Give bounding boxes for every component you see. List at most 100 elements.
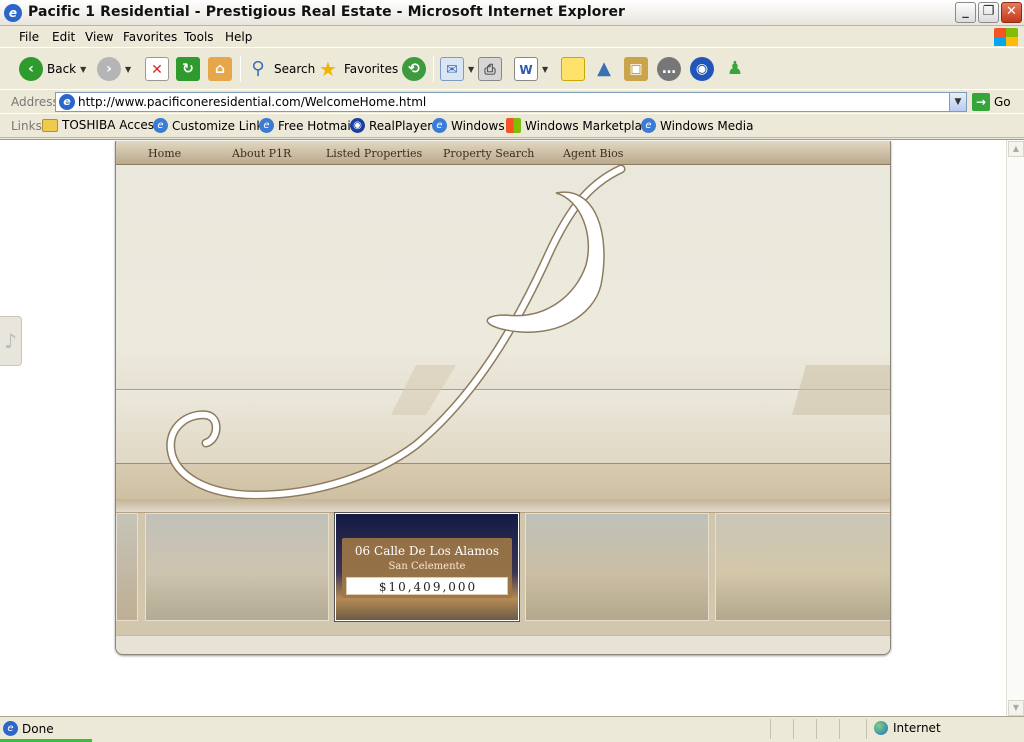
- property-thumbnail[interactable]: [715, 513, 890, 621]
- property-thumbnail[interactable]: [145, 513, 329, 621]
- browser-window: e Pacific 1 Residential - Prestigious Re…: [0, 0, 1024, 742]
- forward-button[interactable]: › ▼: [97, 55, 131, 83]
- link-toshiba-access[interactable]: TOSHIBA Access: [42, 118, 160, 132]
- address-url[interactable]: http://www.pacificoneresidential.com/Wel…: [78, 95, 426, 109]
- nav-listed-properties[interactable]: Listed Properties: [326, 147, 422, 160]
- word-icon: W: [514, 57, 538, 81]
- address-input[interactable]: e http://www.pacificoneresidential.com/W…: [55, 92, 967, 112]
- search-button[interactable]: ⚲ Search: [246, 55, 315, 83]
- address-bar: Address e http://www.pacificoneresidenti…: [0, 90, 1024, 114]
- ie-page-icon: e: [641, 118, 656, 133]
- media-button[interactable]: ▣: [624, 55, 648, 83]
- link-customize-links[interactable]: e Customize Links: [153, 118, 270, 133]
- menu-bar: File Edit View Favorites Tools Help: [0, 26, 1024, 48]
- stop-button[interactable]: ✕: [145, 55, 169, 83]
- realplayer-icon: ◉: [350, 118, 365, 133]
- go-arrow-icon: →: [972, 93, 990, 111]
- featured-city: San Celemente: [388, 561, 466, 572]
- status-text: Done: [22, 722, 54, 736]
- ie-page-icon: e: [259, 118, 274, 133]
- star-icon: ★: [319, 57, 337, 81]
- nav-property-search[interactable]: Property Search: [443, 147, 534, 160]
- history-button[interactable]: ⟲: [402, 55, 426, 83]
- back-dropdown-icon[interactable]: ▼: [80, 65, 86, 74]
- links-label: Links: [11, 119, 42, 133]
- menu-favorites[interactable]: Favorites: [123, 30, 177, 44]
- edit-dropdown-icon[interactable]: ▼: [542, 65, 548, 74]
- ie-page-icon: e: [432, 118, 447, 133]
- print-button[interactable]: ⎙: [478, 55, 502, 83]
- home-icon: ⌂: [208, 57, 232, 81]
- favorites-button[interactable]: ★ Favorites: [316, 55, 398, 83]
- vertical-scrollbar[interactable]: ▲ ▼: [1006, 140, 1024, 717]
- menu-tools[interactable]: Tools: [184, 30, 214, 44]
- link-free-hotmail[interactable]: e Free Hotmail: [259, 118, 354, 133]
- home-button[interactable]: ⌂: [208, 55, 232, 83]
- featured-property[interactable]: 06 Calle De Los Alamos San Celemente $10…: [335, 513, 519, 621]
- forward-dropdown-icon[interactable]: ▼: [125, 65, 131, 74]
- media-icon: ▣: [624, 57, 648, 81]
- window-title: Pacific 1 Residential - Prestigious Real…: [28, 4, 626, 20]
- minimize-button[interactable]: _: [955, 2, 976, 23]
- messenger-people-icon: ♟: [726, 58, 744, 79]
- nav-agent-bios[interactable]: Agent Bios: [563, 147, 623, 160]
- link-windows[interactable]: e Windows: [432, 118, 505, 133]
- mail-button[interactable]: ✉ ▼: [440, 55, 474, 83]
- search-icon: ⚲: [251, 58, 265, 79]
- chat-bubble-icon: …: [657, 57, 681, 81]
- property-thumbnail[interactable]: [116, 513, 138, 621]
- featured-price: $10,409,000: [378, 580, 478, 594]
- menu-edit[interactable]: Edit: [52, 30, 75, 44]
- ie-logo-icon: e: [4, 4, 22, 22]
- nav-about[interactable]: About P1R: [232, 147, 291, 160]
- history-icon: ⟲: [402, 57, 426, 81]
- globe-icon: [874, 721, 888, 735]
- stop-icon: ✕: [145, 57, 169, 81]
- favorites-label: Favorites: [344, 62, 399, 76]
- scroll-down-icon[interactable]: ▼: [1008, 700, 1024, 716]
- title-bar[interactable]: e Pacific 1 Residential - Prestigious Re…: [0, 0, 1024, 26]
- realplayer-icon: ◉: [690, 57, 714, 81]
- status-divider: [770, 719, 771, 739]
- menu-help[interactable]: Help: [225, 30, 252, 44]
- edit-button[interactable]: W ▼: [514, 55, 548, 83]
- discuss-button[interactable]: [561, 55, 585, 83]
- research-button[interactable]: ▲: [592, 55, 616, 83]
- menu-file[interactable]: File: [19, 30, 39, 44]
- status-divider: [839, 719, 840, 739]
- page-viewport: ♪ Home About P1R Listed Properties Prope…: [0, 139, 1024, 717]
- link-windows-media[interactable]: e Windows Media: [641, 118, 753, 133]
- windows-logo-icon: [994, 28, 1018, 46]
- maximize-button[interactable]: ❐: [978, 2, 999, 23]
- menu-view[interactable]: View: [85, 30, 113, 44]
- messenger-button[interactable]: ♟: [723, 55, 747, 83]
- address-dropdown-icon[interactable]: ▼: [949, 93, 966, 111]
- link-label: Windows Media: [660, 118, 754, 133]
- featured-address: 06 Calle De Los Alamos: [354, 544, 500, 558]
- security-zone[interactable]: Internet: [874, 721, 941, 735]
- links-bar: Links TOSHIBA Access e Customize Links e…: [0, 114, 1024, 138]
- address-label: Address: [11, 95, 59, 109]
- back-button[interactable]: ‹ Back ▼: [19, 55, 86, 83]
- link-windows-marketplace[interactable]: Windows Marketplace: [506, 118, 656, 133]
- carousel-rail: [116, 499, 890, 513]
- note-icon: [561, 57, 585, 81]
- page-status-icon: e: [3, 721, 18, 736]
- close-button[interactable]: ✕: [1001, 2, 1022, 23]
- refresh-button[interactable]: ↻: [176, 55, 200, 83]
- status-bar: e Done Internet: [0, 716, 1024, 742]
- link-realplayer[interactable]: ◉ RealPlayer: [350, 118, 432, 133]
- scroll-up-icon[interactable]: ▲: [1008, 141, 1024, 157]
- property-thumbnail[interactable]: [525, 513, 709, 621]
- toolbar-separator: [240, 56, 241, 82]
- mail-dropdown-icon[interactable]: ▼: [468, 65, 474, 74]
- zone-label: Internet: [893, 721, 941, 735]
- standard-toolbar: ‹ Back ▼ › ▼ ✕ ↻ ⌂ ⚲ Search ★ Favorites …: [0, 48, 1024, 90]
- music-note-icon[interactable]: ♪: [0, 316, 22, 366]
- go-button[interactable]: → Go: [972, 93, 1011, 111]
- nav-home[interactable]: Home: [148, 147, 181, 160]
- link-label: Customize Links: [172, 118, 270, 133]
- messenger-chat-button[interactable]: …: [657, 55, 681, 83]
- realplayer-button[interactable]: ◉: [690, 55, 714, 83]
- back-arrow-icon: ‹: [19, 57, 43, 81]
